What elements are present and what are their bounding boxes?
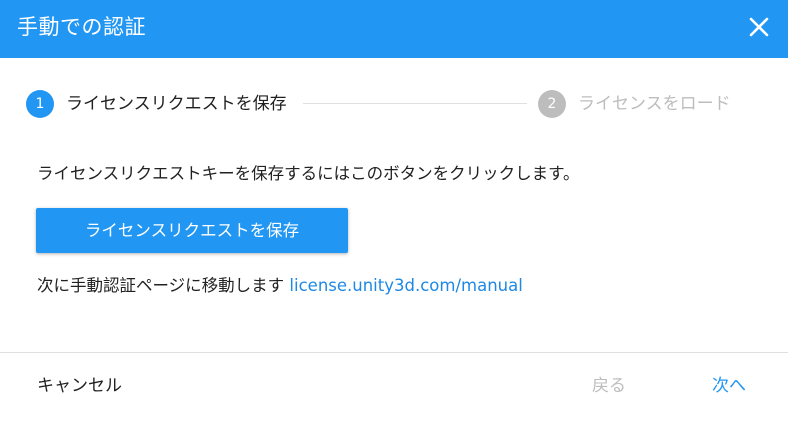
manual-activation-dialog: 手動での認証 1 ライセンスリクエストを保存 2 ライセンスをロード ライセンス…: [0, 0, 788, 429]
next-step-text: 次に手動認証ページに移動します license.unity3d.com/manu…: [37, 274, 523, 298]
next-button[interactable]: 次へ: [712, 374, 746, 398]
cancel-button[interactable]: キャンセル: [37, 374, 122, 398]
step-2-label: ライセンスをロード: [578, 94, 731, 114]
dialog-header: 手動での認証: [0, 0, 788, 58]
stepper: 1 ライセンスリクエストを保存 2 ライセンスをロード: [26, 89, 746, 119]
step-2-number: 2: [538, 90, 566, 118]
instruction-text: ライセンスリクエストキーを保存するにはこのボタンをクリックします。: [37, 164, 580, 183]
close-icon[interactable]: [748, 16, 770, 38]
manual-activation-link[interactable]: license.unity3d.com/manual: [289, 276, 522, 295]
step-1-number: 1: [26, 90, 54, 118]
back-button[interactable]: 戻る: [592, 374, 626, 398]
dialog-title: 手動での認証: [17, 15, 146, 39]
footer-divider: [0, 352, 788, 353]
save-license-request-button[interactable]: ライセンスリクエストを保存: [36, 208, 348, 253]
next-step-description: 次に手動認証ページに移動します: [37, 276, 285, 295]
step-1-label: ライセンスリクエストを保存: [66, 94, 287, 114]
step-connector: [303, 103, 527, 104]
